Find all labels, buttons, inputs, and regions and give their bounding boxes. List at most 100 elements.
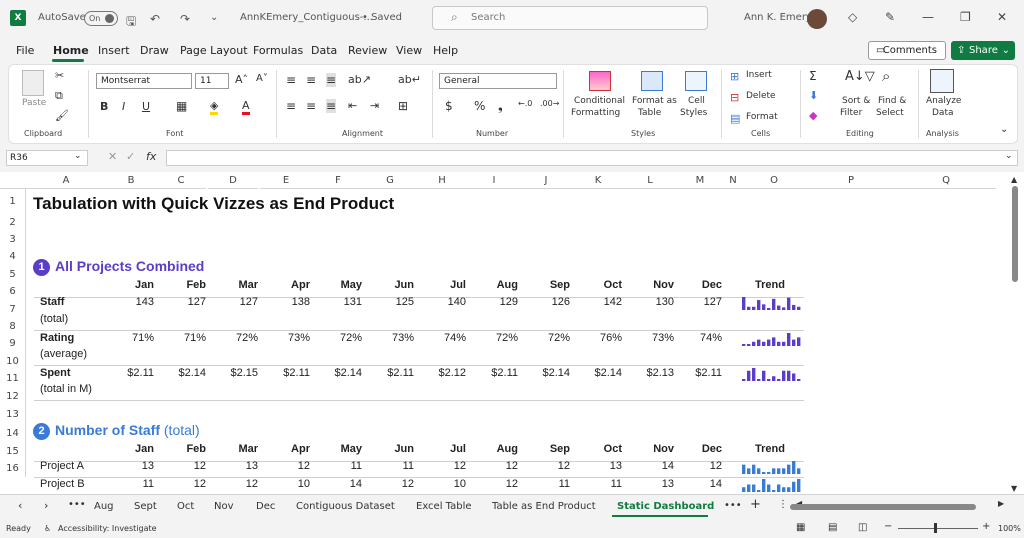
sheet-tab-excel-table[interactable]: Excel Table — [416, 501, 472, 512]
italic-button[interactable]: I — [122, 100, 125, 113]
comments-button[interactable]: ▭ Comments — [868, 41, 946, 60]
menu-data[interactable]: Data — [311, 44, 337, 57]
column-header-i[interactable]: I — [468, 172, 520, 189]
name-box-dropdown-icon[interactable]: ⌄ — [74, 151, 82, 161]
menu-help[interactable]: Help — [433, 44, 458, 57]
menu-review[interactable]: Review — [348, 44, 387, 57]
comma-icon[interactable]: ❟ — [498, 99, 503, 114]
row-header-11[interactable]: 11 — [0, 370, 26, 388]
cell-styles-label-2[interactable]: Styles — [680, 108, 707, 118]
column-header-k[interactable]: K — [572, 172, 624, 189]
tab-more-icon[interactable]: ••• — [68, 499, 86, 510]
clear-icon[interactable]: ◆ — [809, 109, 817, 122]
sheet-tab-sept[interactable]: Sept — [134, 501, 157, 512]
delete-cells-label[interactable]: Delete — [746, 91, 776, 101]
zoom-out-icon[interactable]: − — [884, 521, 892, 532]
borders-icon[interactable]: ▦ — [176, 99, 187, 113]
paste-label[interactable]: Paste — [22, 98, 46, 108]
save-icon[interactable]: 🖫 — [126, 12, 136, 33]
ribbon-collapse-icon[interactable]: ⌄ — [1000, 124, 1008, 135]
page-layout-view-icon[interactable]: ▤ — [828, 522, 837, 533]
row-header-2[interactable]: 2 — [0, 214, 26, 231]
horizontal-scrollbar[interactable] — [790, 504, 976, 510]
column-header-m[interactable]: M — [676, 172, 724, 189]
insert-cells-label[interactable]: Insert — [746, 70, 772, 80]
menu-file[interactable]: File — [16, 44, 34, 57]
row-header-16[interactable]: 16 — [0, 460, 26, 477]
diamond-icon[interactable]: ◇ — [848, 10, 857, 24]
accessibility-status[interactable]: Accessibility: Investigate — [58, 524, 157, 533]
row-header-4[interactable]: 4 — [0, 248, 26, 266]
tab-prev-icon[interactable]: ‹ — [18, 499, 22, 512]
column-header-l[interactable]: L — [624, 172, 676, 189]
insert-cells-icon[interactable]: ⊞ — [730, 70, 739, 83]
percent-icon[interactable]: % — [474, 99, 485, 113]
column-header-p[interactable]: P — [806, 172, 896, 189]
row-header-12[interactable]: 12 — [0, 388, 26, 405]
decrease-font-icon[interactable]: A˅ — [256, 73, 268, 84]
font-name-select[interactable]: Montserrat — [96, 73, 192, 89]
worksheet[interactable]: ABCDEFGHIJKLMNOPQ 1 2 3 4 5 6 7 8 9 10 11 12 13 14 15 1… — [0, 172, 1024, 494]
row-header-10[interactable]: 10 — [0, 353, 26, 370]
row-header-15[interactable]: 15 — [0, 443, 26, 460]
menu-formulas[interactable]: Formulas — [253, 44, 303, 57]
redo-icon[interactable]: ↷ — [180, 12, 190, 26]
fill-icon[interactable]: ⬇ — [809, 89, 818, 102]
find-select-label-1[interactable]: Find & — [878, 96, 906, 106]
delete-cells-icon[interactable]: ⊟ — [730, 91, 739, 104]
zoom-level[interactable]: 100% — [998, 524, 1021, 533]
align-left-icon[interactable]: ≡ — [286, 99, 296, 113]
column-header-g[interactable]: G — [364, 172, 416, 189]
tab-next-icon[interactable]: › — [44, 499, 48, 512]
vertical-scrollbar[interactable] — [1012, 186, 1018, 282]
autosum-icon[interactable]: Σ — [809, 69, 817, 83]
sheet-tab-contiguous-dataset[interactable]: Contiguous Dataset — [296, 501, 395, 512]
sheet-tab-static-dashboard[interactable]: Static Dashboard — [617, 501, 714, 512]
select-all-corner[interactable] — [0, 172, 26, 189]
column-header-b[interactable]: B — [106, 172, 156, 189]
menu-page-layout[interactable]: Page Layout — [180, 44, 248, 57]
search-box[interactable]: ⌕ Search — [432, 6, 708, 30]
analyze-data-icon[interactable] — [930, 69, 954, 93]
find-select-icon[interactable]: ⌕ — [882, 67, 890, 85]
menu-draw[interactable]: Draw — [140, 44, 169, 57]
row-header-6[interactable]: 6 — [0, 283, 26, 300]
increase-font-icon[interactable]: A˄ — [235, 73, 248, 86]
expand-formula-icon[interactable]: ⌄ — [1005, 151, 1013, 161]
cut-icon[interactable]: ✂ — [55, 69, 64, 82]
column-header-o[interactable]: O — [742, 172, 806, 189]
wrap-text-icon[interactable]: ab↵ — [398, 73, 421, 86]
align-top-icon[interactable]: ≡ — [286, 73, 296, 87]
menu-home[interactable]: Home — [53, 44, 89, 57]
zoom-slider[interactable] — [898, 528, 978, 529]
column-header-c[interactable]: C — [156, 172, 206, 189]
cell-styles-label-1[interactable]: Cell — [688, 96, 705, 106]
row-header-8[interactable]: 8 — [0, 319, 26, 335]
currency-icon[interactable]: $ — [445, 99, 453, 113]
format-as-table-label-2[interactable]: Table — [638, 108, 661, 118]
analyze-data-label-1[interactable]: Analyze — [926, 96, 961, 106]
cancel-icon[interactable]: ✕ — [108, 150, 117, 163]
decrease-decimal-icon[interactable]: .00→ — [540, 99, 559, 108]
find-select-label-2[interactable]: Select — [876, 108, 904, 118]
align-right-icon[interactable]: ≡ — [326, 99, 337, 113]
file-name[interactable]: AnnKEmery_Contiguous-... — [240, 12, 373, 23]
font-color-icon[interactable]: A — [242, 99, 250, 115]
font-size-select[interactable]: 11 — [195, 73, 229, 89]
align-bottom-icon[interactable]: ≡ — [326, 73, 337, 87]
sheet-tab-nov[interactable]: Nov — [214, 501, 234, 512]
decrease-indent-icon[interactable]: ⇤ — [348, 99, 357, 112]
number-format-select[interactable]: General — [439, 73, 557, 89]
column-header-n[interactable]: N — [724, 172, 742, 189]
autosave-toggle[interactable]: On — [84, 11, 118, 26]
format-as-table-label-1[interactable]: Format as — [632, 96, 677, 106]
avatar[interactable] — [807, 9, 827, 29]
row-header-13[interactable]: 13 — [0, 405, 26, 424]
conditional-formatting-label-1[interactable]: Conditional — [574, 96, 625, 106]
paste-icon[interactable] — [22, 70, 44, 96]
column-header-f[interactable]: F — [312, 172, 364, 189]
column-header-d[interactable]: D — [208, 172, 258, 189]
row-header-14[interactable]: 14 — [0, 424, 26, 443]
row-header-5[interactable]: 5 — [0, 266, 26, 283]
column-header-h[interactable]: H — [416, 172, 468, 189]
